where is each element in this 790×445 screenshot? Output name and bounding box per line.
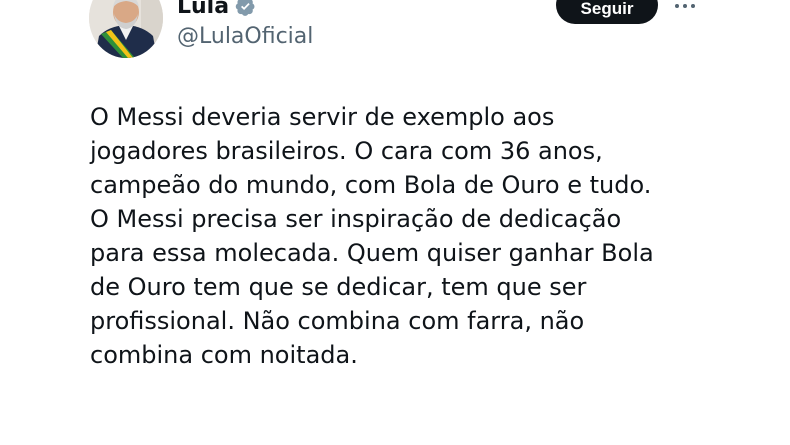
author-name-row: Lula xyxy=(177,0,256,20)
tweet-text-line: profissional. Não combina com farra, não xyxy=(90,307,585,335)
avatar[interactable] xyxy=(89,0,163,58)
profile-photo xyxy=(89,0,163,58)
tweet-text-line: campeão do mundo, com Bola de Ouro e tud… xyxy=(90,171,652,199)
tweet-text-line: O Messi deveria servir de exemplo aos xyxy=(90,103,555,131)
tweet-text: O Messi deveria servir de exemplo aos jo… xyxy=(90,100,730,372)
author-handle[interactable]: @LulaOficial xyxy=(177,24,313,49)
verified-badge-icon xyxy=(235,0,256,17)
more-horizontal-icon xyxy=(675,4,695,8)
tweet-text-line: de Ouro tem que se dedicar, tem que ser xyxy=(90,273,587,301)
tweet-text-line: para essa molecada. Quem quiser ganhar B… xyxy=(90,239,654,267)
more-options-button[interactable] xyxy=(670,0,700,16)
tweet-text-line: combina com noitada. xyxy=(90,341,358,369)
tweet-text-line: O Messi precisa ser inspiração de dedica… xyxy=(90,205,622,233)
author-name[interactable]: Lula xyxy=(177,0,229,19)
follow-button[interactable]: Seguir xyxy=(556,0,658,24)
tweet-text-line: jogadores brasileiros. O cara com 36 ano… xyxy=(90,137,603,165)
